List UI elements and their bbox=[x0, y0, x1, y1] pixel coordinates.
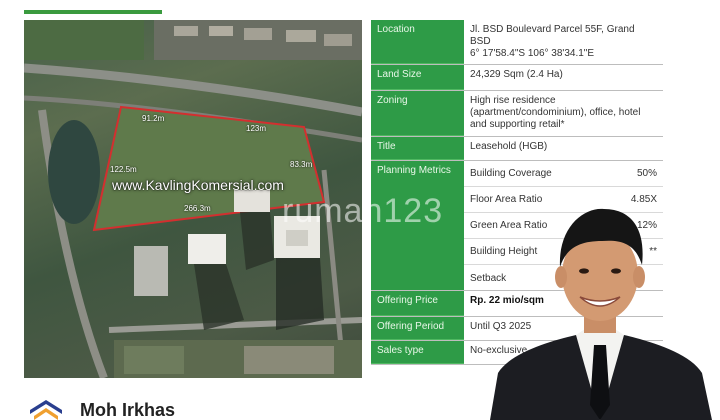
agent-photo bbox=[490, 208, 712, 420]
roof-logo-icon bbox=[30, 400, 62, 420]
spec-value: High rise residence (apartment/condomini… bbox=[470, 95, 641, 130]
metric-value: 50% bbox=[636, 168, 657, 179]
metric-value: 4.85X bbox=[630, 194, 657, 205]
dimension-label: 266.3m bbox=[184, 204, 211, 213]
spec-label: Land Size bbox=[371, 65, 464, 90]
spec-row-location: Location Jl. BSD Boulevard Parcel 55F, G… bbox=[371, 20, 663, 65]
dimension-label: 122.5m bbox=[110, 165, 137, 174]
spec-row-land-size: Land Size 24,329 Sqm (2.4 Ha) bbox=[371, 65, 663, 91]
spec-row-zoning: Zoning High rise residence (apartment/co… bbox=[371, 91, 663, 137]
location-coordinates: 6° 17'58.4"S 106° 38'34.1"E bbox=[470, 48, 595, 59]
spec-label: Offering Price bbox=[371, 291, 464, 316]
spec-value: Jl. BSD Boulevard Parcel 55F, Grand BSD … bbox=[464, 20, 663, 64]
spec-label: Offering Period bbox=[371, 317, 464, 340]
dimension-label: 83.3m bbox=[290, 160, 313, 169]
spec-label: Title bbox=[371, 137, 464, 160]
metric-building-coverage: Building Coverage 50% bbox=[464, 161, 663, 187]
spec-row-title: Title Leasehold (HGB) bbox=[371, 137, 663, 161]
spec-label: Sales type bbox=[371, 341, 464, 364]
metric-name: Floor Area Ratio bbox=[470, 194, 543, 205]
spec-label: Location bbox=[371, 20, 464, 64]
portal-watermark: rumah123 bbox=[282, 192, 444, 230]
spec-label: Zoning bbox=[371, 91, 464, 136]
location-address: Jl. BSD Boulevard Parcel 55F, Grand BSD bbox=[470, 24, 635, 47]
agent-name[interactable]: Moh Irkhas bbox=[80, 400, 175, 420]
site-watermark: www.KavlingKomersial.com bbox=[112, 177, 284, 193]
dimension-label: 123m bbox=[246, 124, 267, 133]
spec-value: Leasehold (HGB) bbox=[470, 141, 548, 152]
dimension-label: 91.2m bbox=[142, 114, 165, 123]
header-accent-bar bbox=[24, 0, 162, 14]
metric-name: Building Coverage bbox=[470, 168, 552, 179]
spec-value: 24,329 Sqm (2.4 Ha) bbox=[470, 69, 563, 80]
